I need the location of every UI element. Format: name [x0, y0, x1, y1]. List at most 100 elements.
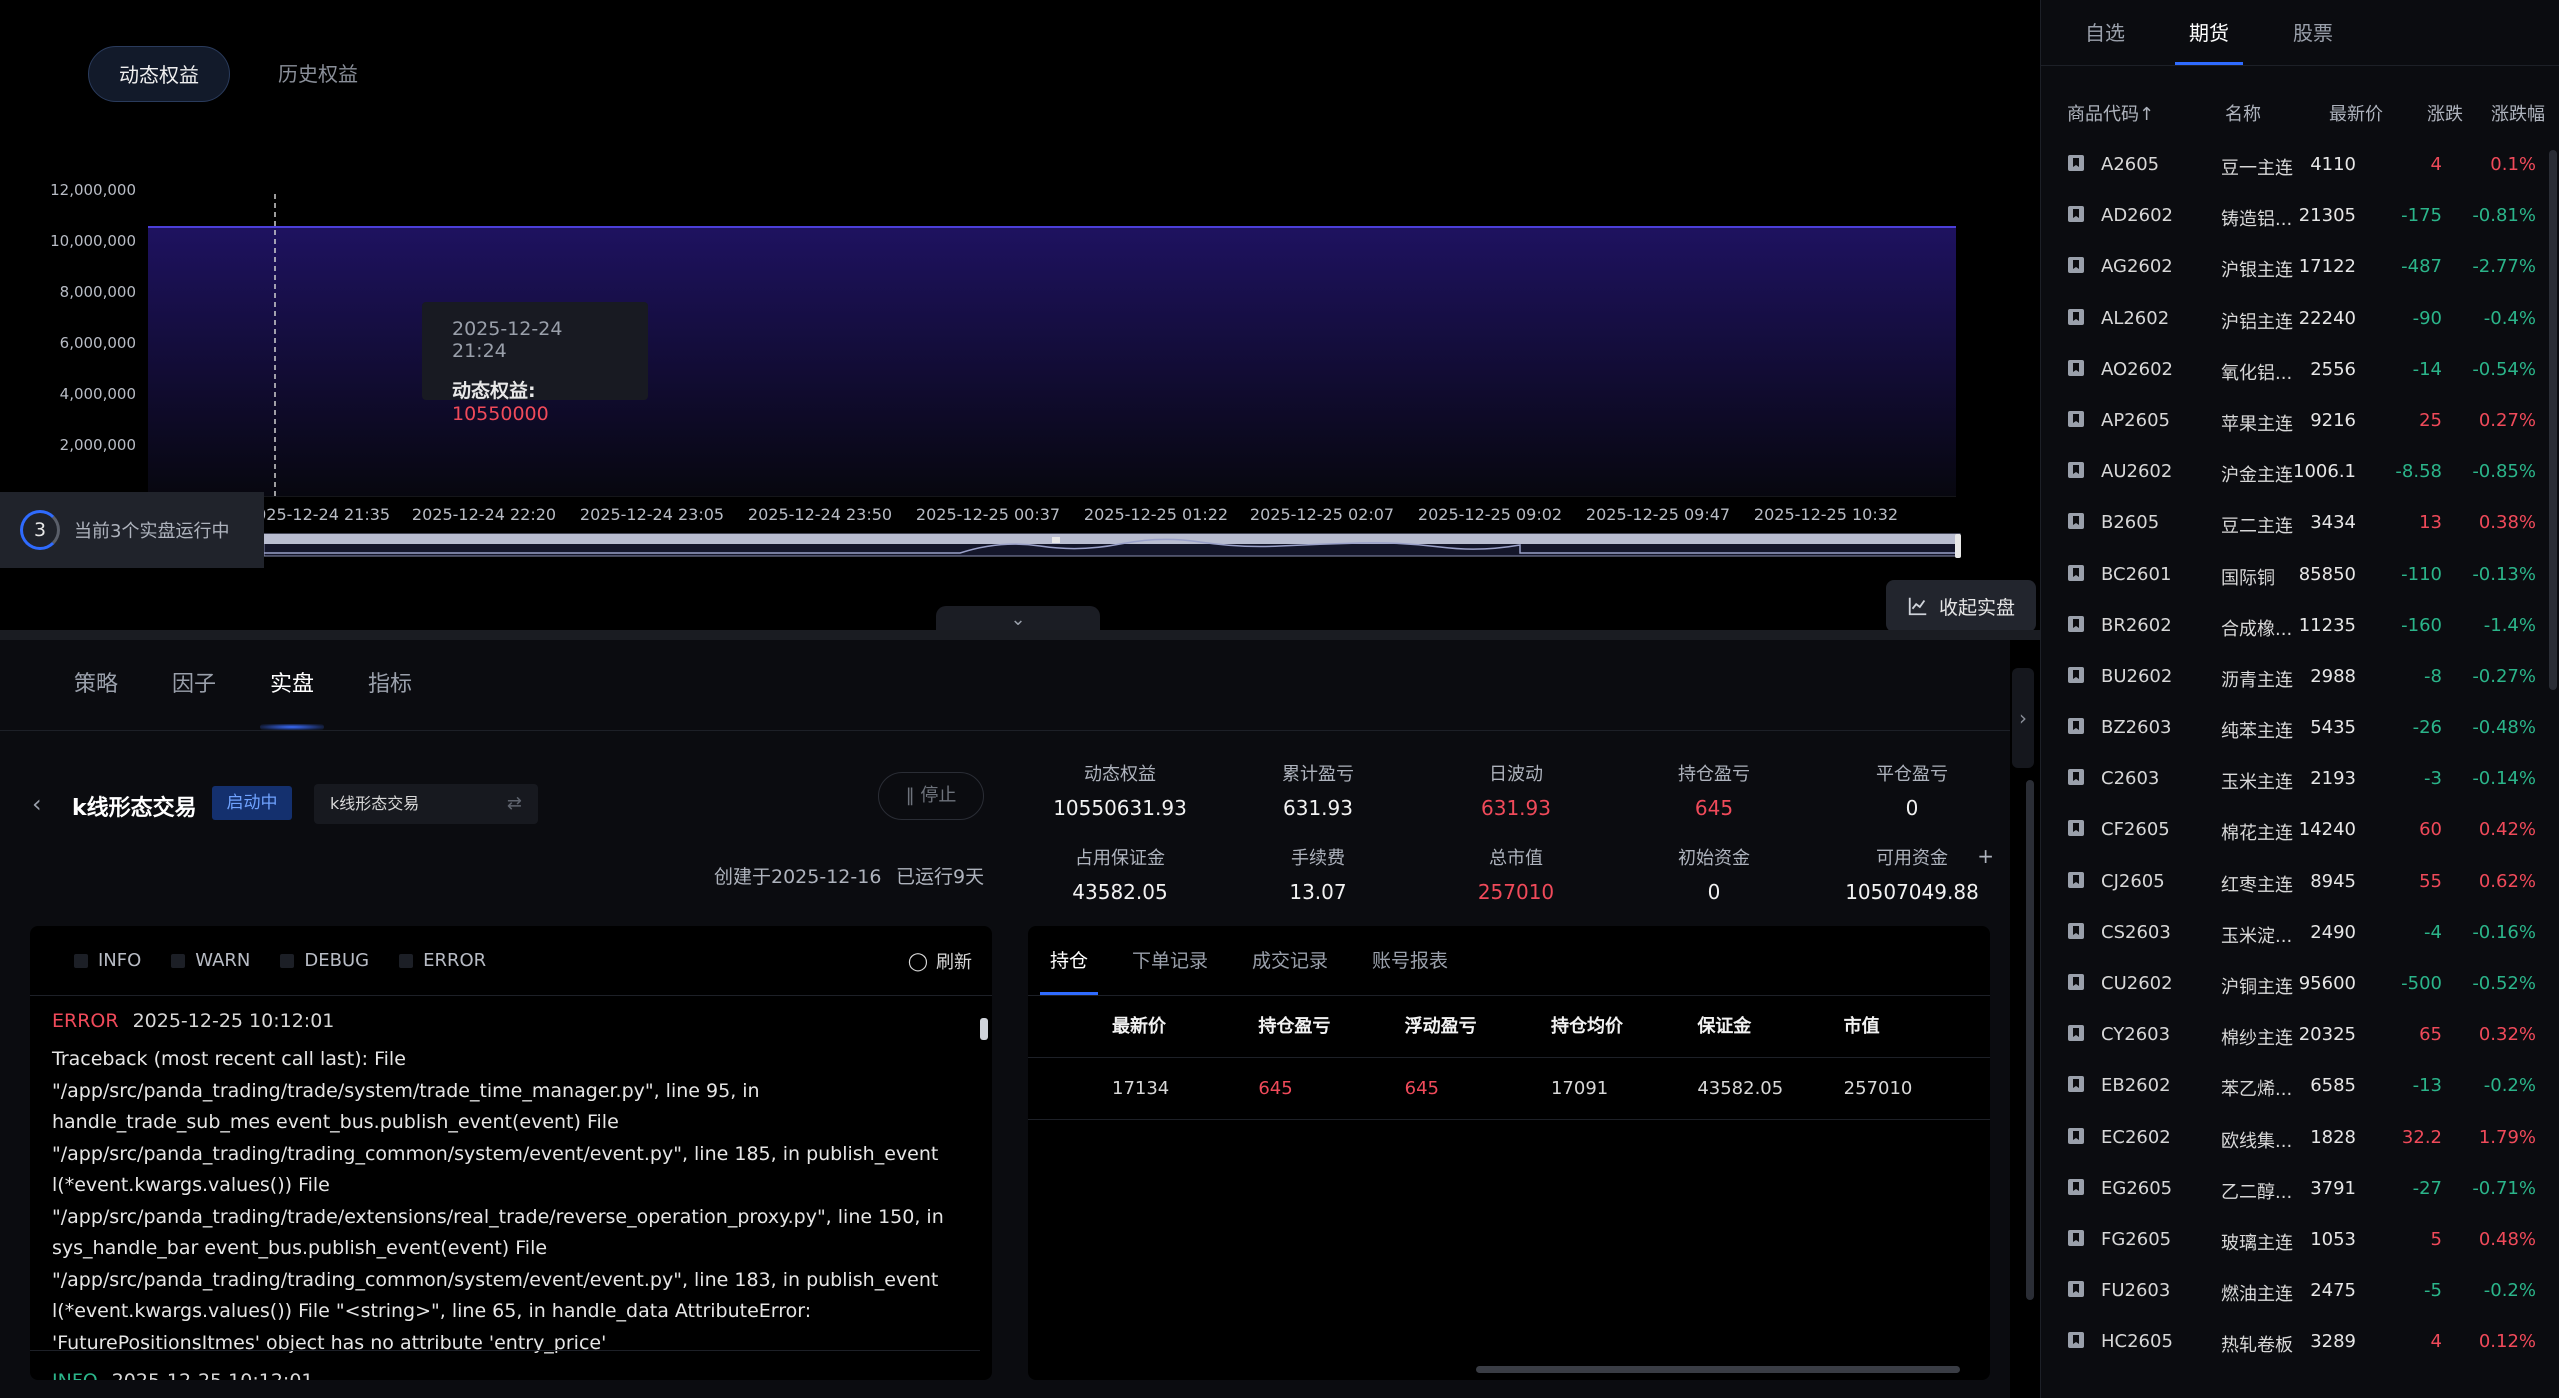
market-row[interactable]: AU2602 沪金主连 1006.1 -8.58 -0.85%: [2041, 447, 2546, 498]
bookmark-icon[interactable]: [2067, 1178, 2085, 1196]
checkbox[interactable]: [399, 953, 414, 968]
bookmark-icon[interactable]: [2067, 359, 2085, 377]
header-code[interactable]: 商品代码↑: [2067, 100, 2154, 126]
checkbox[interactable]: [280, 953, 295, 968]
header-change: 涨跌: [2427, 104, 2463, 125]
market-name: 沥青主连: [2221, 669, 2293, 691]
market-row[interactable]: BZ2603 纯苯主连 5435 -26 -0.48%: [2041, 703, 2546, 754]
tab-stocks[interactable]: 股票: [2293, 0, 2333, 65]
bookmark-icon[interactable]: [2067, 1075, 2085, 1093]
bookmark-icon[interactable]: [2067, 973, 2085, 991]
market-row[interactable]: EB2602 苯乙烯... 6585 -13 -0.2%: [2041, 1061, 2546, 1112]
tab-trades[interactable]: 成交记录: [1252, 926, 1328, 995]
market-row[interactable]: C2603 玉米主连 2193 -3 -0.14%: [2041, 754, 2546, 805]
market-row[interactable]: CF2605 棉花主连 14240 60 0.42%: [2041, 805, 2546, 856]
market-row[interactable]: FU2603 燃油主连 2475 -5 -0.2%: [2041, 1266, 2546, 1317]
strategy-select[interactable]: k线形态交易 ⇄: [314, 784, 538, 824]
equity-chart[interactable]: 12,000,000 10,000,000 8,000,000 6,000,000 4,…: [0, 160, 2000, 570]
log-level: INFO: [52, 1370, 98, 1380]
market-row[interactable]: BR2602 合成橡... 11235 -160 -1.4%: [2041, 601, 2546, 652]
bookmark-icon[interactable]: [2067, 666, 2085, 684]
market-row[interactable]: FG2605 玻璃主连 1053 5 0.48%: [2041, 1215, 2546, 1266]
market-row[interactable]: CU2602 沪铜主连 95600 -500 -0.52%: [2041, 959, 2546, 1010]
bookmark-icon[interactable]: [2067, 154, 2085, 172]
tab-watchlist[interactable]: 自选: [2085, 0, 2125, 65]
market-row[interactable]: AP2605 苹果主连 9216 25 0.27%: [2041, 396, 2546, 447]
bookmark-icon[interactable]: [2067, 256, 2085, 274]
market-row[interactable]: EG2605 乙二醇... 3791 -27 -0.71%: [2041, 1164, 2546, 1215]
market-row[interactable]: BU2602 沥青主连 2988 -8 -0.27%: [2041, 652, 2546, 703]
table-row[interactable]: 17134 645 645 17091 43582.05 257010: [1028, 1058, 1990, 1120]
market-scrollbar[interactable]: [2549, 150, 2557, 690]
stop-button[interactable]: ‖ 停止: [878, 772, 984, 820]
panel-divider[interactable]: [0, 630, 2040, 640]
expand-side-handle[interactable]: ›: [2012, 668, 2034, 768]
filter-warn[interactable]: WARN: [171, 950, 250, 971]
market-row[interactable]: AO2602 氧化铝... 2556 -14 -0.54%: [2041, 345, 2546, 396]
running-strategies-pill[interactable]: 3 当前3个实盘运行中: [0, 492, 264, 568]
bookmark-icon[interactable]: [2067, 717, 2085, 735]
market-change: -90: [2412, 307, 2442, 329]
x-tick-label: 2025-12-24 21:35: [246, 505, 390, 524]
market-row[interactable]: A2605 豆一主连 4110 4 0.1%: [2041, 140, 2546, 191]
market-code: AO2602: [2101, 358, 2173, 380]
back-chevron-icon[interactable]: ‹: [32, 790, 42, 818]
table-cell: 257010: [1843, 1078, 1913, 1099]
market-change: -13: [2412, 1075, 2442, 1097]
tab-dynamic-equity[interactable]: 动态权益: [88, 46, 230, 102]
market-row[interactable]: AD2602 铸造铝... 21305 -175 -0.81%: [2041, 191, 2546, 242]
tab-indicator[interactable]: 指标: [368, 640, 412, 730]
market-row[interactable]: CY2603 棉纱主连 20325 65 0.32%: [2041, 1010, 2546, 1061]
bookmark-icon[interactable]: [2067, 871, 2085, 889]
market-row[interactable]: AL2602 沪铝主连 22240 -90 -0.4%: [2041, 294, 2546, 345]
bookmark-icon[interactable]: [2067, 1331, 2085, 1349]
bookmark-icon[interactable]: [2067, 1229, 2085, 1247]
market-price: 14240: [2298, 819, 2356, 841]
tab-account-report[interactable]: 账号报表: [1372, 926, 1448, 995]
market-row[interactable]: EC2602 欧线集... 1828 32.2 1.79%: [2041, 1113, 2546, 1164]
checkbox[interactable]: [171, 953, 186, 968]
market-name: 苯乙烯...: [2221, 1079, 2293, 1101]
collapse-live-button[interactable]: 收起实盘: [1886, 580, 2036, 632]
log-scrollbar[interactable]: [980, 1006, 988, 1376]
bookmark-icon[interactable]: [2067, 205, 2085, 223]
bookmark-icon[interactable]: [2067, 768, 2085, 786]
tab-history-equity[interactable]: 历史权益: [248, 46, 388, 102]
tab-factor[interactable]: 因子: [172, 640, 216, 730]
tab-futures[interactable]: 期货: [2175, 0, 2243, 65]
market-row[interactable]: CJ2605 红枣主连 8945 55 0.62%: [2041, 857, 2546, 908]
scroll-thumb[interactable]: [980, 1018, 988, 1040]
filter-info[interactable]: INFO: [74, 950, 141, 971]
bookmark-icon[interactable]: [2067, 1127, 2085, 1145]
filter-error[interactable]: ERROR: [399, 950, 486, 971]
market-row[interactable]: AG2602 沪银主连 17122 -487 -2.77%: [2041, 242, 2546, 293]
metric: 占用保证金 43582.05: [1030, 844, 1210, 904]
bookmark-icon[interactable]: [2067, 1280, 2085, 1298]
y-tick-label: 4,000,000: [60, 385, 136, 403]
bookmark-icon[interactable]: [2067, 1024, 2085, 1042]
market-row[interactable]: HC2605 热轧卷板 3289 4 0.12%: [2041, 1317, 2546, 1368]
bookmark-icon[interactable]: [2067, 564, 2085, 582]
tab-live[interactable]: 实盘: [260, 640, 325, 730]
metric-value: 10550631.93: [1053, 796, 1187, 820]
tab-positions[interactable]: 持仓: [1039, 926, 1099, 995]
bookmark-icon[interactable]: [2067, 922, 2085, 940]
bookmark-icon[interactable]: [2067, 461, 2085, 479]
bookmark-icon[interactable]: [2067, 512, 2085, 530]
market-row[interactable]: B2605 豆二主连 3434 13 0.38%: [2041, 498, 2546, 549]
bookmark-icon[interactable]: [2067, 615, 2085, 633]
tab-orders[interactable]: 下单记录: [1132, 926, 1208, 995]
checkbox[interactable]: [74, 953, 88, 968]
horizontal-scrollbar[interactable]: [1476, 1366, 1960, 1373]
market-row[interactable]: BC2601 国际铜 85850 -110 -0.13%: [2041, 550, 2546, 601]
tab-strategy[interactable]: 策略: [74, 640, 118, 730]
add-funds-icon[interactable]: +: [1977, 844, 1994, 868]
main-scrollbar[interactable]: [2026, 780, 2034, 1300]
bookmark-icon[interactable]: [2067, 410, 2085, 428]
bookmark-icon[interactable]: [2067, 819, 2085, 837]
refresh-button[interactable]: ◯ 刷新: [908, 948, 972, 974]
collapse-chart-toggle[interactable]: ⌄: [936, 606, 1100, 632]
market-row[interactable]: CS2603 玉米淀... 2490 -4 -0.16%: [2041, 908, 2546, 959]
bookmark-icon[interactable]: [2067, 308, 2085, 326]
filter-debug[interactable]: DEBUG: [280, 950, 369, 971]
